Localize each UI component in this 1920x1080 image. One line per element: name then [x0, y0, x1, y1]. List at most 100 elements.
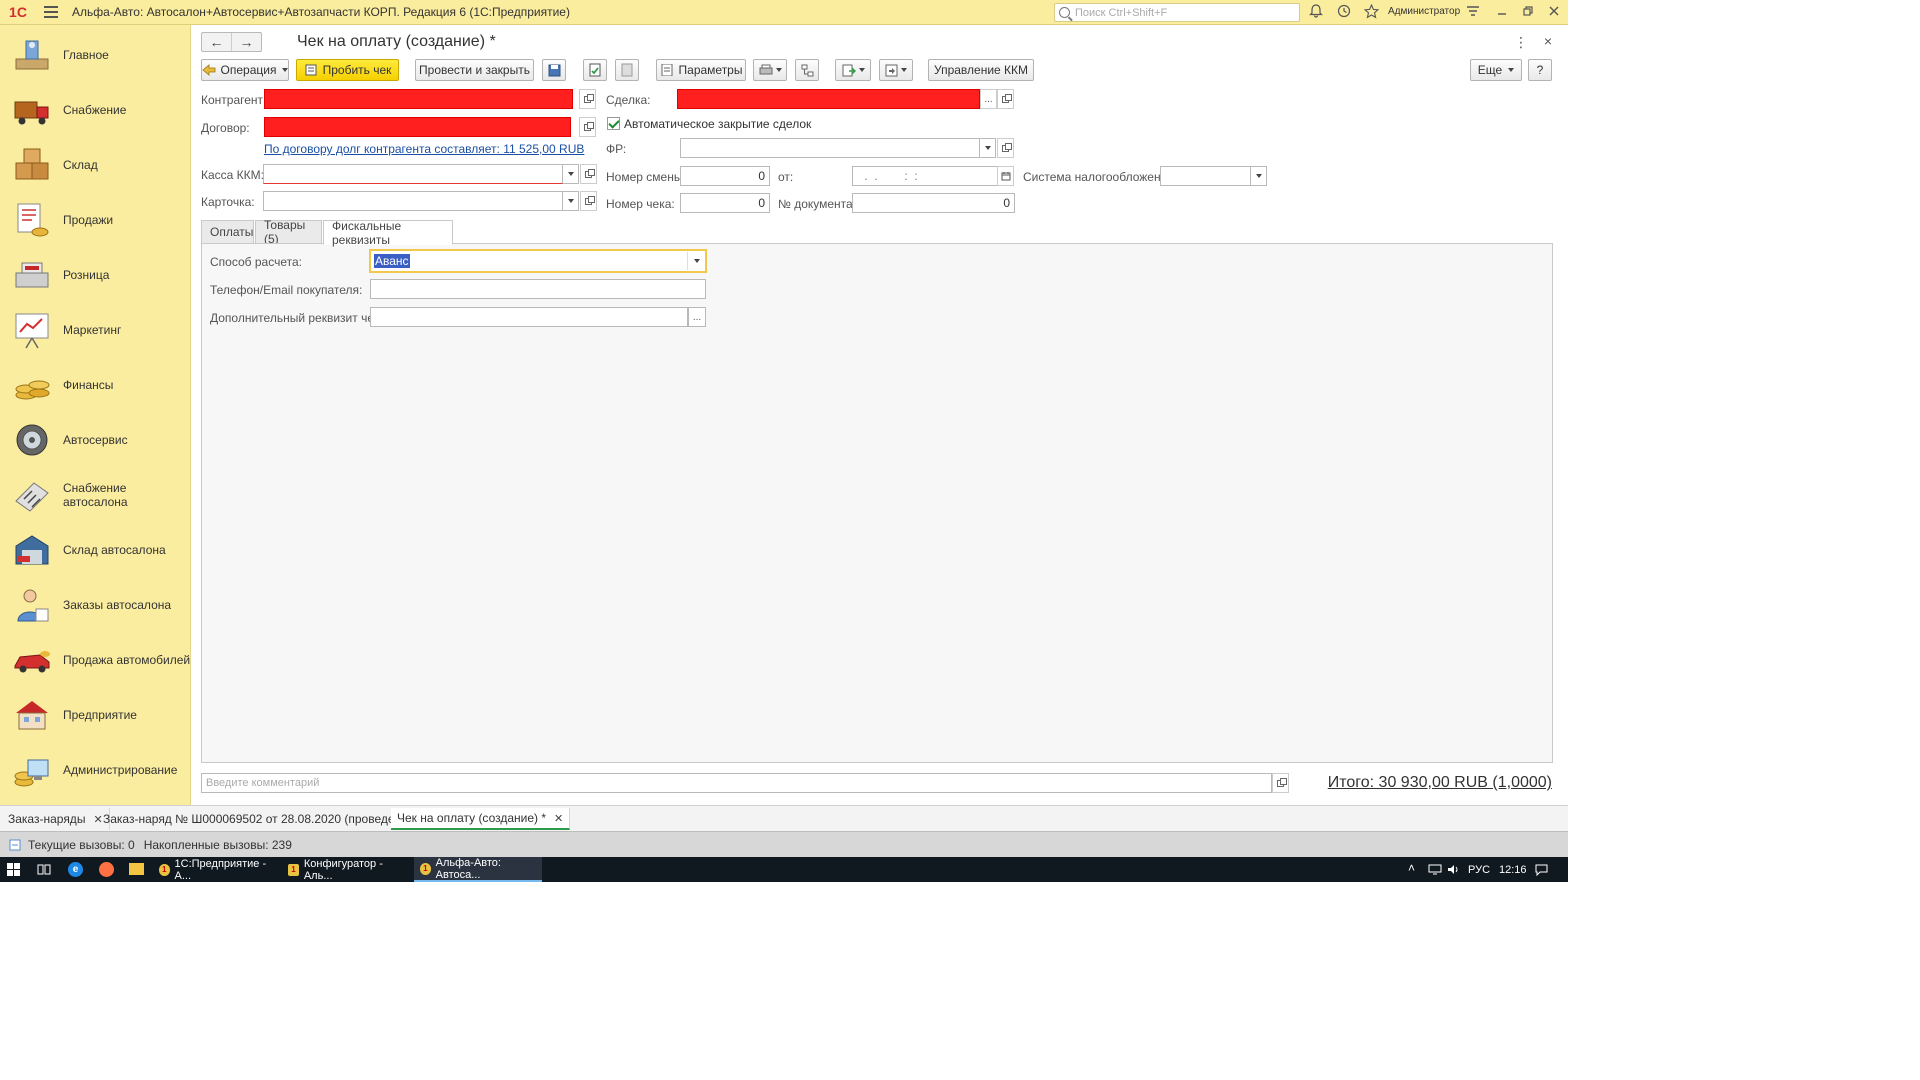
settings-lines-icon[interactable]: [1465, 4, 1481, 20]
taskbar-item-configurator[interactable]: 1 Конфигуратор - Аль...: [282, 857, 410, 882]
network-icon[interactable]: [1428, 864, 1442, 878]
bell-icon[interactable]: [1308, 4, 1324, 20]
forward-arrow-icon[interactable]: →: [232, 33, 261, 51]
doc-number-field[interactable]: 0: [852, 193, 1015, 213]
tray-expand-icon[interactable]: ˄: [1408, 861, 1415, 875]
input-language[interactable]: РУС: [1468, 864, 1490, 876]
app-logo[interactable]: 1С: [0, 0, 36, 25]
sidebar-item-main[interactable]: Главное: [0, 27, 191, 82]
notifications-icon[interactable]: [1535, 864, 1548, 879]
current-user[interactable]: Администратор: [1388, 6, 1460, 17]
open-fr-button[interactable]: [997, 138, 1014, 158]
comment-input[interactable]: Введите комментарий: [201, 773, 1272, 793]
post-and-close-button[interactable]: Провести и закрыть: [415, 59, 534, 81]
auto-close-deals-checkbox[interactable]: [607, 117, 620, 130]
sidebar-item-sales[interactable]: Продажи: [0, 192, 191, 247]
total-amount[interactable]: Итого: 30 930,00 RUB (1,0000): [1328, 774, 1552, 792]
sidebar-item-supply[interactable]: Снабжение: [0, 82, 191, 137]
sidebar-item-showroom-warehouse[interactable]: Склад автосалона: [0, 522, 191, 577]
favorites-star-icon[interactable]: [1363, 3, 1379, 20]
main-menu-icon[interactable]: [36, 6, 66, 18]
open-counterparty-button[interactable]: [579, 89, 596, 109]
taskbar-item-alfa-auto[interactable]: 1 Альфа-Авто: Автоса...: [414, 857, 542, 882]
back-arrow-icon[interactable]: ←: [202, 33, 232, 51]
kassa-kkm-dropdown-button[interactable]: [563, 164, 579, 184]
card-dropdown-button[interactable]: [563, 191, 579, 211]
open-deal-button[interactable]: [997, 89, 1014, 109]
close-app-icon[interactable]: [1546, 4, 1562, 20]
deal-field[interactable]: [677, 89, 980, 109]
unpost-button[interactable]: [615, 59, 639, 81]
save-button[interactable]: [542, 59, 566, 81]
extra-attribute-select-button[interactable]: ...: [688, 307, 706, 327]
cash-register-icon: [12, 255, 52, 295]
tab-payments[interactable]: Оплаты: [201, 220, 254, 244]
operation-label: Операция: [220, 63, 277, 77]
fr-field[interactable]: [680, 138, 980, 158]
more-button[interactable]: Еще: [1470, 59, 1522, 81]
close-form-icon[interactable]: ×: [1544, 33, 1552, 49]
calendar-button[interactable]: [997, 166, 1014, 186]
sidebar-item-marketing[interactable]: Маркетинг: [0, 302, 191, 357]
extra-attribute-field[interactable]: [370, 307, 688, 327]
sidebar-item-car-sales[interactable]: Продажа автомобилей: [0, 632, 191, 687]
contract-field[interactable]: [264, 117, 571, 137]
open-contract-button[interactable]: [579, 117, 596, 137]
clock[interactable]: 12:16: [1499, 864, 1527, 876]
open-comment-button[interactable]: [1272, 773, 1289, 793]
check-number-field[interactable]: 0: [680, 193, 770, 213]
window-tab-orders[interactable]: Заказ-наряды ✕: [2, 808, 110, 830]
counterparty-field[interactable]: [264, 89, 573, 109]
sidebar-item-retail[interactable]: Розница: [0, 247, 191, 302]
operation-button[interactable]: Операция: [201, 59, 289, 81]
close-icon[interactable]: ✕: [554, 812, 563, 825]
minimize-icon[interactable]: [1494, 4, 1510, 20]
history-icon[interactable]: [1336, 4, 1352, 20]
date-time-field[interactable]: . . : :: [852, 166, 999, 186]
open-kassa-button[interactable]: [580, 164, 597, 184]
fr-dropdown-button[interactable]: [980, 138, 996, 158]
shift-number-field[interactable]: 0: [680, 166, 770, 186]
kassa-kkm-field[interactable]: [263, 164, 563, 184]
reports-menu-button[interactable]: [879, 59, 913, 81]
sidebar-item-administration[interactable]: Администрирование: [0, 742, 191, 797]
windows-start-icon[interactable]: [7, 863, 20, 879]
explorer-folder-icon[interactable]: [129, 863, 144, 875]
ie-browser-icon[interactable]: e: [68, 862, 83, 877]
tax-system-dropdown-button[interactable]: [1251, 166, 1267, 186]
sidebar-item-enterprise[interactable]: Предприятие: [0, 687, 191, 742]
tab-fiscal-details[interactable]: Фискальные реквизиты: [323, 219, 453, 247]
taskbar-item-enterprise[interactable]: 1 1С:Предприятие - А...: [153, 857, 278, 882]
payment-method-field[interactable]: Аванс: [369, 249, 707, 273]
tax-system-field[interactable]: [1160, 166, 1251, 186]
kkm-management-button[interactable]: Управление ККМ: [928, 59, 1034, 81]
volume-icon[interactable]: [1447, 864, 1461, 878]
help-button[interactable]: ?: [1528, 59, 1552, 81]
tab-goods[interactable]: Товары (5): [255, 218, 322, 246]
sidebar-item-finance[interactable]: Финансы: [0, 357, 191, 412]
window-tab-check[interactable]: Чек на оплату (создание) * ✕: [391, 808, 571, 830]
sidebar-label: Продажи: [63, 212, 114, 227]
create-based-on-button[interactable]: [835, 59, 871, 81]
restore-icon[interactable]: [1520, 4, 1536, 20]
more-vert-icon[interactable]: ⋮: [1514, 34, 1528, 51]
sidebar-item-autoservice[interactable]: Автосервис: [0, 412, 191, 467]
contact-field[interactable]: [370, 279, 706, 299]
sidebar-item-warehouse[interactable]: Склад: [0, 137, 191, 192]
sidebar-item-showroom-orders[interactable]: Заказы автосалона: [0, 577, 191, 632]
parameters-button[interactable]: Параметры: [656, 59, 746, 81]
sidebar-item-showroom-supply[interactable]: Снабжение автосалона: [0, 467, 191, 522]
select-deal-button[interactable]: ...: [980, 89, 997, 109]
structure-button[interactable]: [795, 59, 819, 81]
firefox-icon[interactable]: [99, 862, 114, 877]
open-card-button[interactable]: [580, 191, 597, 211]
payment-method-dropdown-button[interactable]: [687, 252, 705, 270]
task-view-icon[interactable]: [37, 863, 51, 879]
card-field[interactable]: [263, 191, 563, 211]
contract-debt-link[interactable]: По договору долг контрагента составляет:…: [264, 142, 584, 156]
window-tab-order-doc[interactable]: Заказ-наряд № Ш000069502 от 28.08.2020 (…: [97, 808, 430, 830]
print-menu-button[interactable]: [753, 59, 787, 81]
print-check-button[interactable]: Пробить чек: [296, 59, 399, 81]
post-button[interactable]: [583, 59, 607, 81]
global-search-input[interactable]: Поиск Ctrl+Shift+F: [1054, 3, 1300, 22]
